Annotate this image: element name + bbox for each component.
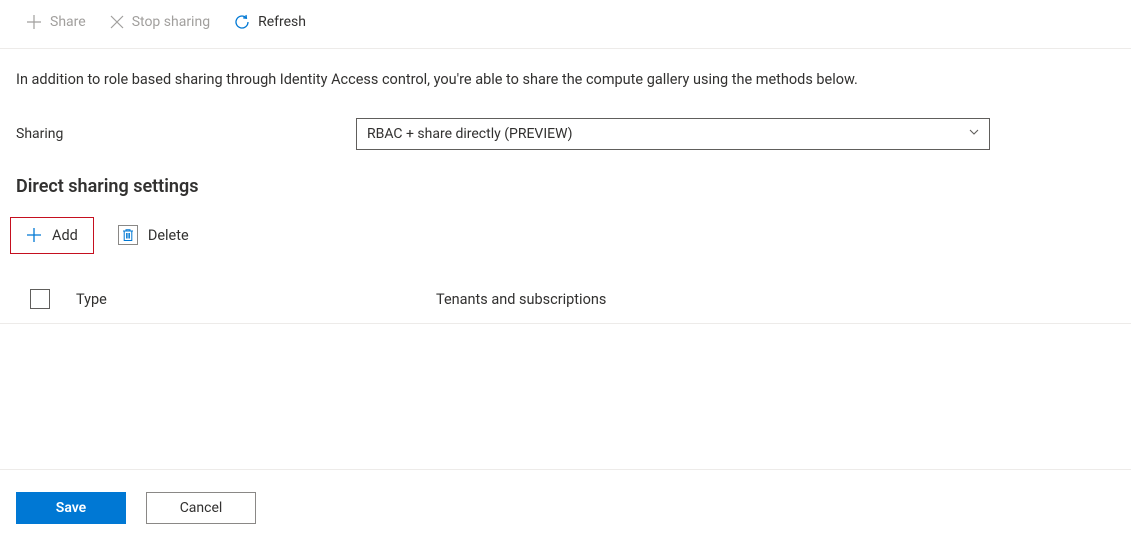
share-label: Share [50,15,86,29]
toolbar: Share Stop sharing Refresh [0,0,1131,49]
save-button[interactable]: Save [16,492,126,524]
plus-icon [26,227,42,243]
column-type: Type [76,291,436,308]
add-button[interactable]: Add [10,217,94,254]
refresh-label: Refresh [258,15,306,29]
add-label: Add [52,227,78,244]
sharing-field-row: Sharing [0,88,1131,150]
select-all-cell [16,289,76,309]
trash-icon [118,225,138,245]
stop-sharing-label: Stop sharing [132,15,210,29]
sharing-select[interactable] [356,118,990,150]
cancel-button[interactable]: Cancel [146,492,256,524]
description-text: In addition to role based sharing throug… [0,49,1131,88]
delete-button[interactable]: Delete [102,215,205,255]
footer-bar: Save Cancel [0,469,1131,546]
sharing-label: Sharing [16,126,356,142]
sharing-table-header: Type Tenants and subscriptions [0,255,1131,324]
stop-sharing-button[interactable]: Stop sharing [100,9,220,35]
sharing-select-input[interactable] [356,118,990,150]
refresh-button[interactable]: Refresh [224,8,316,36]
share-button[interactable]: Share [16,8,96,36]
column-tenants: Tenants and subscriptions [436,291,1115,308]
direct-sharing-actions: Add Delete [0,197,1131,255]
plus-icon [26,14,42,30]
direct-sharing-settings-heading: Direct sharing settings [0,150,1131,197]
select-all-checkbox[interactable] [30,289,50,309]
x-icon [110,15,124,29]
delete-label: Delete [148,227,189,244]
refresh-icon [234,14,250,30]
